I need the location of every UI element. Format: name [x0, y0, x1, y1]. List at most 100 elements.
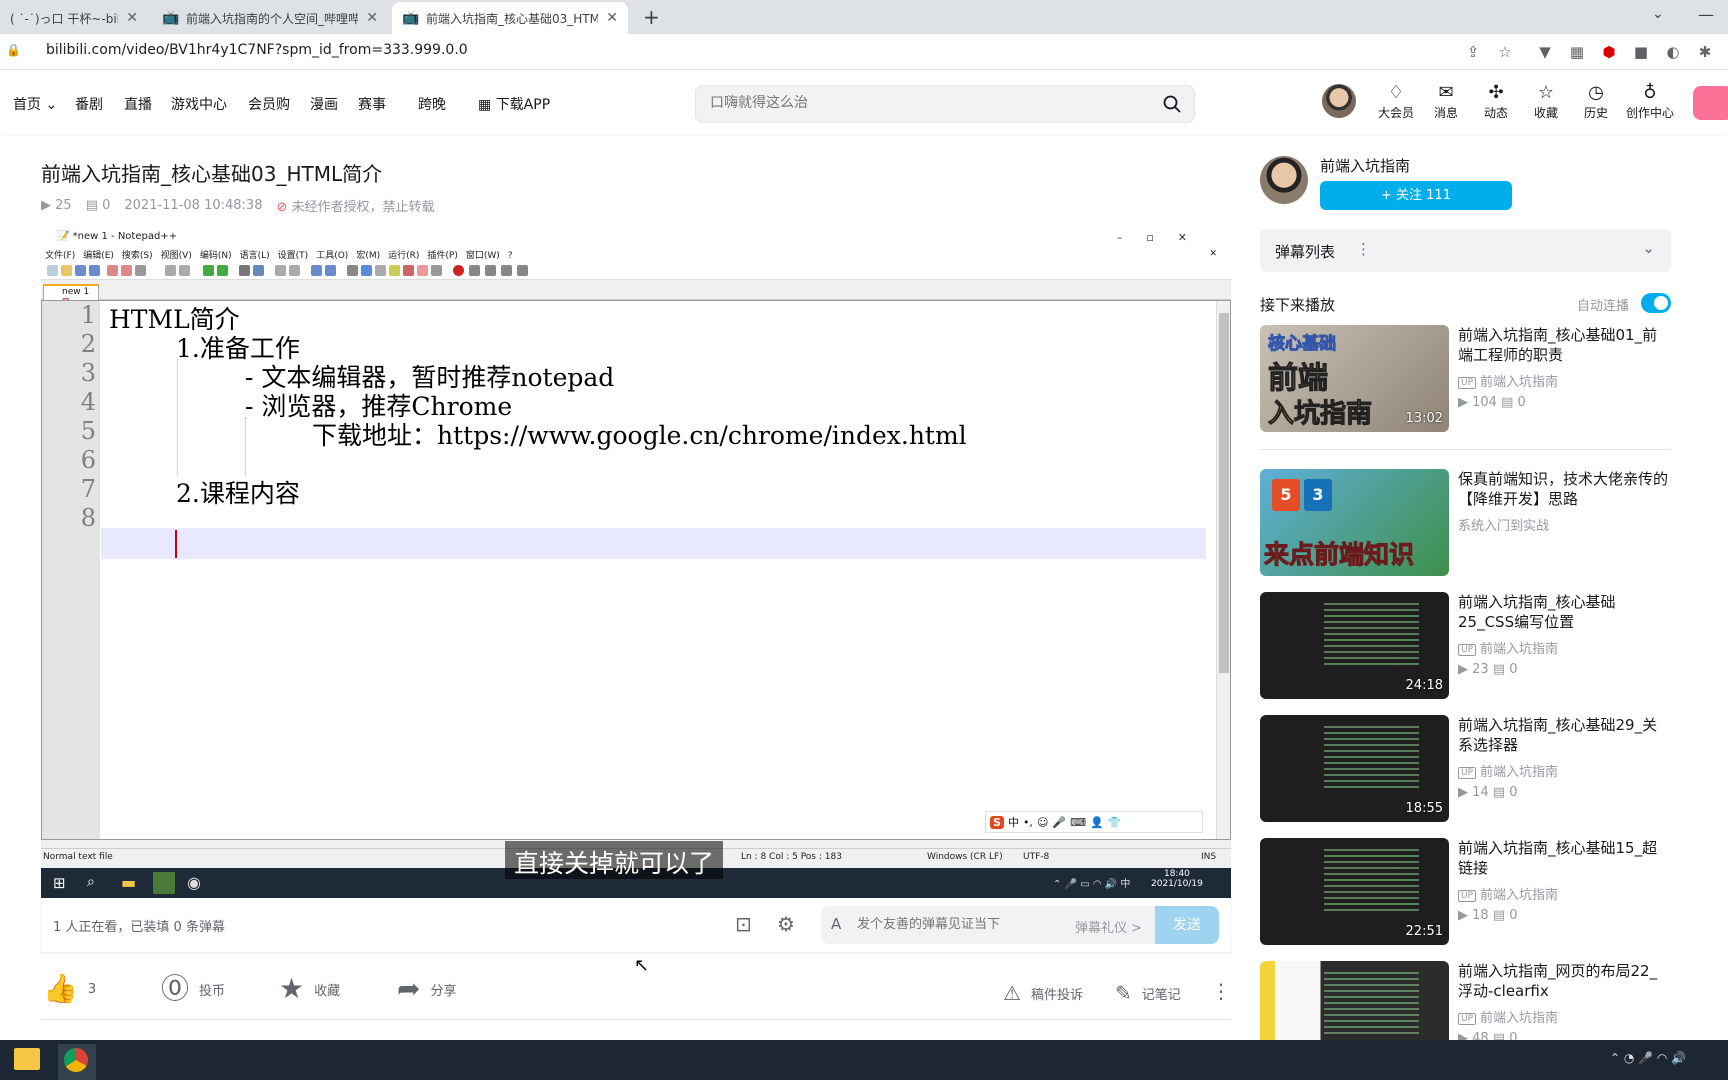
lock-icon[interactable]: 🔒	[6, 43, 21, 57]
share-button[interactable]: ➦ 分享	[397, 974, 456, 1004]
avatar[interactable]	[1322, 84, 1356, 118]
recommendation-title[interactable]: 前端入坑指南_核心基础15_超链接	[1458, 838, 1671, 878]
text-style-icon[interactable]: A	[831, 915, 841, 933]
tab-title: ( ˙-˙)っ口 干杯~-bili	[10, 11, 119, 26]
header-history[interactable]: ◷ 历史	[1571, 82, 1621, 121]
chevron-down-icon[interactable]: ⌄	[1642, 239, 1655, 257]
recommendation-item[interactable]: 核心基础 前端 入坑指南 13:02 前端入坑指南_核心基础01_前端工程师的职…	[1260, 325, 1671, 433]
uploader-name[interactable]: 前端入坑指南	[1320, 155, 1410, 176]
menu-item: ?	[507, 251, 513, 261]
recommendation-item[interactable]: 24:18 前端入坑指南_核心基础25_CSS编写位置 UP 前端入坑指南 ▶ 2…	[1260, 592, 1671, 700]
extension-icon[interactable]: ■	[1632, 43, 1650, 61]
close-icon[interactable]: ✕	[358, 10, 378, 26]
close-icon[interactable]: ✕	[118, 10, 138, 26]
search-icon[interactable]	[1162, 94, 1182, 114]
video-thumbnail[interactable]: 核心基础 前端 入坑指南 13:02	[1260, 325, 1449, 432]
video-thumbnail[interactable]	[1260, 961, 1449, 1040]
danmaku-icon: ▤	[1488, 908, 1510, 923]
line-number: 1	[80, 301, 96, 329]
extension-icon[interactable]: ⬢	[1600, 43, 1618, 61]
puzzle-icon[interactable]: ✱	[1696, 43, 1714, 61]
file-explorer-icon[interactable]	[14, 1048, 40, 1070]
recommendation-item[interactable]: 18:55 前端入坑指南_核心基础29_关系选择器 UP 前端入坑指南 ▶ 14 …	[1260, 715, 1671, 823]
notes-button[interactable]: ✎ 记笔记	[1115, 978, 1181, 1008]
nav-game-center[interactable]: 游戏中心	[171, 94, 227, 114]
nav-manga[interactable]: 漫画	[310, 94, 338, 114]
minimize-icon[interactable]: —	[1698, 5, 1714, 24]
coin-button[interactable]: ⓪ 投币	[161, 974, 225, 1004]
nav-download-app[interactable]: ▦ 下载APP	[478, 94, 550, 114]
recommendation-item[interactable]: 22:51 前端入坑指南_核心基础15_超链接 UP 前端入坑指南 ▶ 18 ▤ …	[1260, 838, 1671, 946]
extension-icon[interactable]: ◐	[1664, 43, 1682, 61]
recommendation-uploader[interactable]: UP 前端入坑指南	[1458, 638, 1558, 657]
browser-tab[interactable]: ( ˙-˙)っ口 干杯~-bili ✕	[0, 2, 148, 34]
upload-button[interactable]	[1693, 86, 1728, 120]
recommendation-title[interactable]: 前端入坑指南_网页的布局22_浮动-clearfix	[1458, 961, 1671, 1001]
current-line-highlight	[101, 528, 1206, 559]
autoplay-toggle[interactable]	[1641, 293, 1671, 313]
recommendation-title[interactable]: 保真前端知识，技术大佬亲传的【降维开发】思路	[1458, 469, 1671, 509]
uploader-label: 前端入坑指南	[1480, 642, 1559, 657]
share-icon[interactable]: ⇪	[1464, 43, 1482, 61]
extension-icon[interactable]: ▦	[1568, 43, 1586, 61]
video-thumbnail[interactable]: 5 3 来点前端知识	[1260, 469, 1449, 576]
uploader-avatar[interactable]	[1260, 156, 1308, 204]
nav-home[interactable]: 首页 ⌄	[13, 94, 57, 114]
toolbar-icon	[417, 265, 428, 276]
recommendation-ad[interactable]: 5 3 来点前端知识 保真前端知识，技术大佬亲传的【降维开发】思路 系统入门到实…	[1260, 469, 1671, 577]
line-number: 8	[80, 504, 96, 532]
recommendation-title[interactable]: 前端入坑指南_核心基础01_前端工程师的职责	[1458, 325, 1671, 365]
header-favorite[interactable]: ☆ 收藏	[1521, 82, 1571, 121]
danmaku-input[interactable]	[857, 917, 1057, 932]
danmaku-etiquette-link[interactable]: 弹幕礼仪 >	[1075, 917, 1142, 936]
more-button[interactable]: ⋮	[1211, 976, 1231, 1006]
search-input[interactable]	[710, 95, 1130, 111]
extension-icon[interactable]: ▼	[1536, 43, 1554, 61]
browser-tab[interactable]: 📺 前端入坑指南的个人空间_哔哩哔 ✕	[152, 2, 388, 34]
video-thumbnail[interactable]: 22:51	[1260, 838, 1449, 945]
recommendation-uploader[interactable]: UP 前端入坑指南	[1458, 371, 1558, 390]
nav-mall[interactable]: 会员购	[248, 94, 290, 114]
url-text[interactable]: bilibili.com/video/BV1hr4y1C7NF?spm_id_f…	[46, 42, 468, 58]
search-box	[695, 85, 1195, 123]
report-button[interactable]: ⚠ 稿件投诉	[1003, 978, 1083, 1008]
close-icon[interactable]: ✕	[598, 10, 618, 26]
recommendation-title[interactable]: 前端入坑指南_核心基础25_CSS编写位置	[1458, 592, 1671, 632]
recommendation-uploader[interactable]: UP 前端入坑指南	[1458, 884, 1558, 903]
video-thumbnail[interactable]: 18:55	[1260, 715, 1449, 822]
header-vip[interactable]: ♢ 大会员	[1371, 82, 1421, 121]
favorite-button[interactable]: ★ 收藏	[279, 974, 340, 1004]
recommendation-uploader[interactable]: UP 前端入坑指南	[1458, 761, 1558, 780]
recommendation-uploader[interactable]: UP 前端入坑指南	[1458, 1007, 1558, 1026]
follow-button[interactable]: + 关注 111	[1320, 181, 1512, 210]
recommendation-title[interactable]: 前端入坑指南_核心基础29_关系选择器	[1458, 715, 1671, 755]
send-button[interactable]: 发送	[1155, 906, 1219, 944]
tab-search-icon[interactable]: ⌄	[1652, 6, 1664, 22]
video-thumbnail[interactable]: 24:18	[1260, 592, 1449, 699]
recommendation-stats: ▶ 104 ▤ 0	[1458, 395, 1526, 410]
danmaku-toggle-icon[interactable]: ⊡	[735, 912, 752, 936]
video-duration: 13:02	[1405, 411, 1443, 426]
ime-toolbar: S 中 •, ☺ 🎤 ⌨ 👤 👕	[985, 811, 1203, 833]
browser-tab-active[interactable]: 📺 前端入坑指南_核心基础03_HTM ✕	[392, 2, 628, 34]
toolbar-icon	[361, 265, 372, 276]
tray-icons[interactable]: ⌃ ◔ 🎤 ◠ 🔊	[1610, 1051, 1686, 1065]
like-button[interactable]: 👍 3	[43, 974, 96, 1004]
toolbar-icon	[89, 265, 100, 276]
header-dynamic[interactable]: ✣ 动态	[1471, 82, 1521, 121]
more-icon[interactable]: ⋮	[1356, 240, 1371, 258]
nav-anime[interactable]: 番剧	[75, 94, 103, 114]
nav-live[interactable]: 直播	[124, 94, 152, 114]
video-player[interactable]: 📝 *new 1 - Notepad++ –▫✕ 文件(F) 编辑(E) 搜索(S)…	[41, 228, 1231, 898]
recommendation-item[interactable]: 前端入坑指南_网页的布局22_浮动-clearfix UP 前端入坑指南 ▶ 48…	[1260, 961, 1671, 1040]
new-tab-button[interactable]: +	[643, 5, 660, 29]
danmaku-list-panel[interactable]: 弹幕列表 ⋮ ⌄	[1260, 229, 1671, 272]
header-creator[interactable]: ♁ 创作中心	[1622, 82, 1678, 121]
nav-gala[interactable]: 跨晚	[418, 94, 446, 114]
danmaku-settings-icon[interactable]: ⚙	[777, 912, 795, 936]
chrome-icon[interactable]	[64, 1048, 88, 1072]
up-badge-icon: UP	[1458, 644, 1477, 656]
bookmark-star-icon[interactable]: ☆	[1496, 43, 1514, 61]
header-message[interactable]: ✉ 消息	[1421, 82, 1471, 121]
nav-esports[interactable]: 赛事	[358, 94, 386, 114]
